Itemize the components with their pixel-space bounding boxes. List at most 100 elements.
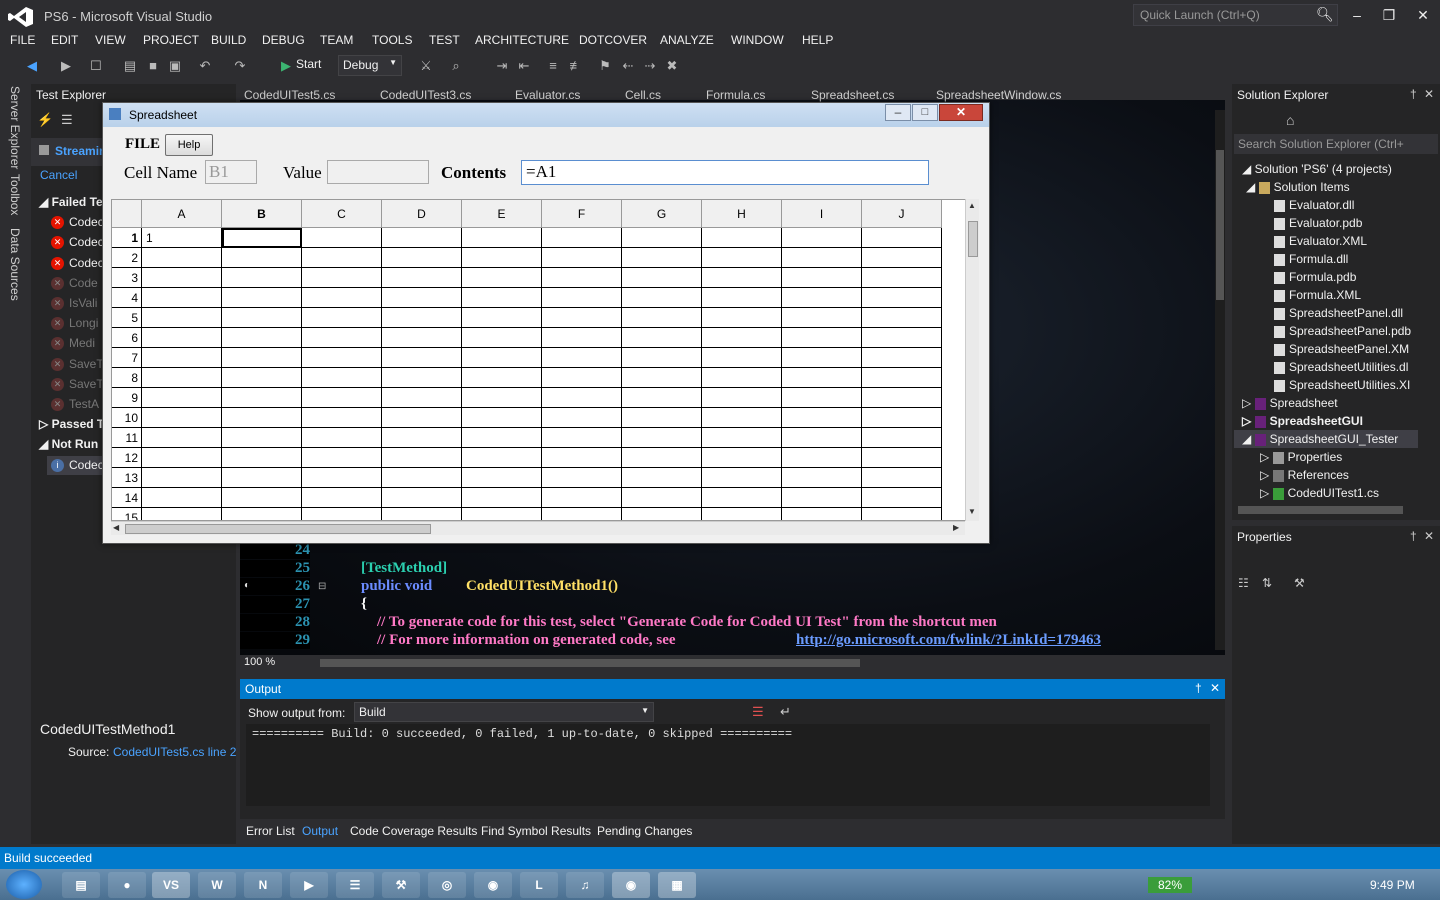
- cell-c14[interactable]: [302, 488, 382, 508]
- test-item[interactable]: ✕ Codec: [51, 235, 104, 250]
- code-link[interactable]: http://go.microsoft.com/fwlink/?LinkId=1…: [796, 632, 1101, 649]
- cell-a1[interactable]: 1: [142, 228, 222, 248]
- cell-i6[interactable]: [782, 328, 862, 348]
- test-item[interactable]: ✕ SaveT: [51, 377, 104, 392]
- cell-i4[interactable]: [782, 288, 862, 308]
- cell-g3[interactable]: [622, 268, 702, 288]
- file-item[interactable]: Evaluator.dll: [1274, 198, 1354, 212]
- visual-studio-app-icon[interactable]: VS: [152, 872, 190, 898]
- cell-b3[interactable]: [222, 268, 302, 288]
- cell-f11[interactable]: [542, 428, 622, 448]
- menu-dotcover[interactable]: DOTCOVER: [579, 33, 647, 47]
- cell-b7[interactable]: [222, 348, 302, 368]
- cell-i11[interactable]: [782, 428, 862, 448]
- cell-c10[interactable]: [302, 408, 382, 428]
- scroll-thumb[interactable]: [968, 221, 978, 257]
- scroll-down-icon[interactable]: ▼: [968, 507, 976, 516]
- row-header-15[interactable]: 15: [112, 508, 142, 520]
- globe-app-icon[interactable]: ◎: [428, 872, 466, 898]
- file-item[interactable]: SpreadsheetPanel.pdb: [1274, 324, 1411, 338]
- cell-c11[interactable]: [302, 428, 382, 448]
- cell-d1[interactable]: [382, 228, 462, 248]
- onenote-app-icon[interactable]: N: [244, 872, 282, 898]
- cell-a8[interactable]: [142, 368, 222, 388]
- explorer-app-icon[interactable]: ▤: [62, 872, 100, 898]
- cell-a10[interactable]: [142, 408, 222, 428]
- output-text-area[interactable]: ========== Build: 0 succeeded, 0 failed,…: [246, 724, 1210, 806]
- file-item[interactable]: Evaluator.pdb: [1274, 216, 1362, 230]
- cell-c7[interactable]: [302, 348, 382, 368]
- row-header-8[interactable]: 8: [112, 368, 142, 388]
- grid-horizontal-scrollbar[interactable]: ◀ ▶: [111, 521, 965, 535]
- cell-a11[interactable]: [142, 428, 222, 448]
- notepad-app-icon[interactable]: ☰: [336, 872, 374, 898]
- cell-a4[interactable]: [142, 288, 222, 308]
- tab-output[interactable]: Output: [302, 824, 338, 838]
- cell-a9[interactable]: [142, 388, 222, 408]
- word-app-icon[interactable]: W: [198, 872, 236, 898]
- cell-h8[interactable]: [702, 368, 782, 388]
- prev-bookmark-icon[interactable]: ⇠: [620, 58, 636, 74]
- row-header-9[interactable]: 9: [112, 388, 142, 408]
- cell-e8[interactable]: [462, 368, 542, 388]
- test-item[interactable]: ✕ Code: [51, 276, 98, 291]
- cell-j15[interactable]: [862, 508, 942, 520]
- start-button[interactable]: Start: [296, 57, 321, 71]
- cell-e5[interactable]: [462, 308, 542, 328]
- file-item[interactable]: Formula.dll: [1274, 252, 1348, 266]
- forward-icon[interactable]: ▶: [58, 58, 74, 74]
- tab-codeduitest3[interactable]: CodedUITest3.cs: [380, 88, 471, 102]
- cell-e13[interactable]: [462, 468, 542, 488]
- next-bookmark-icon[interactable]: ⇢: [642, 58, 658, 74]
- cell-j10[interactable]: [862, 408, 942, 428]
- cell-d13[interactable]: [382, 468, 462, 488]
- file-item[interactable]: Evaluator.XML: [1274, 234, 1367, 248]
- editor-vertical-scrollbar[interactable]: [1215, 110, 1225, 650]
- cell-f8[interactable]: [542, 368, 622, 388]
- tab-code-coverage[interactable]: Code Coverage Results: [350, 824, 477, 838]
- back-icon[interactable]: ◀: [24, 58, 40, 74]
- column-header-i[interactable]: I: [782, 200, 862, 228]
- cell-b1[interactable]: [222, 228, 302, 248]
- row-header-3[interactable]: 3: [112, 268, 142, 288]
- cell-b10[interactable]: [222, 408, 302, 428]
- column-header-e[interactable]: E: [462, 200, 542, 228]
- indent-icon[interactable]: ⇥: [494, 58, 510, 74]
- minimize-button[interactable]: –: [885, 104, 911, 121]
- word-wrap-icon[interactable]: ↵: [780, 704, 791, 720]
- maximize-button[interactable]: □: [912, 104, 938, 121]
- cell-c9[interactable]: [302, 388, 382, 408]
- cell-d12[interactable]: [382, 448, 462, 468]
- cell-b2[interactable]: [222, 248, 302, 268]
- cell-i9[interactable]: [782, 388, 862, 408]
- cell-h1[interactable]: [702, 228, 782, 248]
- cell-e10[interactable]: [462, 408, 542, 428]
- output-source-select[interactable]: Build ▼: [354, 702, 654, 722]
- cell-e11[interactable]: [462, 428, 542, 448]
- redo-icon[interactable]: ↷: [232, 58, 248, 74]
- test-item[interactable]: ✕ Codec: [51, 215, 104, 230]
- column-header-f[interactable]: F: [542, 200, 622, 228]
- cell-c5[interactable]: [302, 308, 382, 328]
- cell-j13[interactable]: [862, 468, 942, 488]
- cell-h2[interactable]: [702, 248, 782, 268]
- cell-g9[interactable]: [622, 388, 702, 408]
- project-node[interactable]: ▷ Spreadsheet: [1242, 396, 1338, 410]
- references-node[interactable]: ▷ References: [1260, 468, 1349, 482]
- cell-g6[interactable]: [622, 328, 702, 348]
- start-debug-icon[interactable]: ▶: [278, 58, 294, 74]
- cell-a5[interactable]: [142, 308, 222, 328]
- cell-c3[interactable]: [302, 268, 382, 288]
- cell-b8[interactable]: [222, 368, 302, 388]
- file-item[interactable]: Formula.pdb: [1274, 270, 1356, 284]
- cell-b4[interactable]: [222, 288, 302, 308]
- cell-i13[interactable]: [782, 468, 862, 488]
- test-item[interactable]: ✕ SaveT: [51, 357, 104, 372]
- cell-j3[interactable]: [862, 268, 942, 288]
- cell-d3[interactable]: [382, 268, 462, 288]
- cell-j7[interactable]: [862, 348, 942, 368]
- cell-e9[interactable]: [462, 388, 542, 408]
- tool-app-icon[interactable]: ⚒: [382, 872, 420, 898]
- close-icon[interactable]: ✕: [1210, 681, 1220, 695]
- contents-input[interactable]: =A1: [521, 160, 929, 185]
